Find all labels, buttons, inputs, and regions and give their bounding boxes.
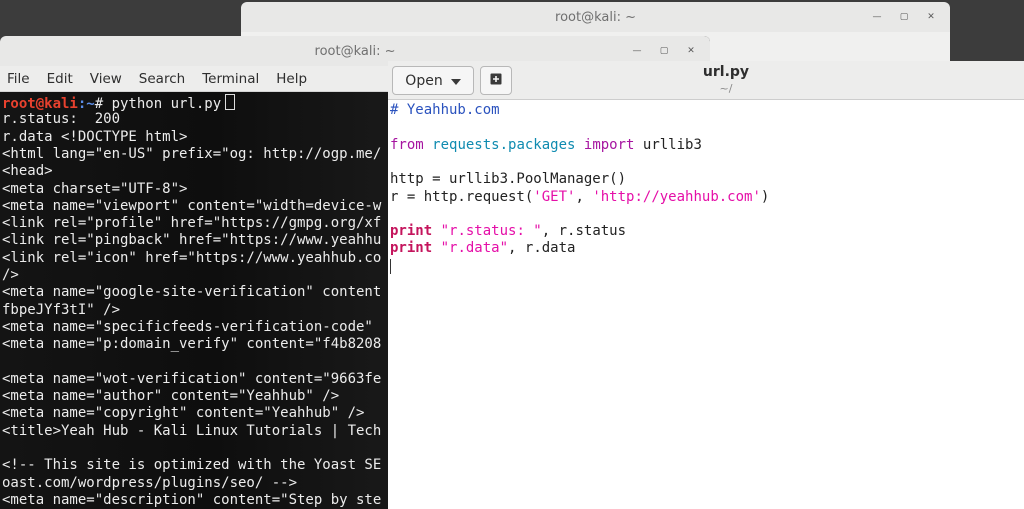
maximize-button[interactable]: ▢ xyxy=(895,8,913,26)
menu-item-view[interactable]: View xyxy=(90,71,122,87)
terminal-output-line: <title>Yeah Hub - Kali Linux Tutorials |… xyxy=(2,422,382,439)
text-editor-window[interactable]: Open url.py ~/ # Yeahhub.com from request… xyxy=(388,61,1024,509)
prompt-path: :~ xyxy=(77,96,95,112)
terminal-output-line: fbpeJYf3tI" /> xyxy=(2,301,121,318)
terminal-output-line: <meta name="viewport" content="width=dev… xyxy=(2,197,382,214)
code-line: from requests.packages import urllib3 xyxy=(390,137,702,154)
code-token: print xyxy=(390,240,433,257)
code-editor[interactable]: # Yeahhub.com from requests.packages impo… xyxy=(388,100,1024,509)
code-token: requests.packages xyxy=(432,136,576,153)
minimize-icon: — xyxy=(632,46,642,56)
prompt-symbol: # xyxy=(94,96,112,112)
code-token: r = http.request( xyxy=(390,188,534,205)
text-cursor xyxy=(390,259,391,274)
code-token: "r.data" xyxy=(440,240,509,257)
maximize-icon: ▢ xyxy=(659,46,669,56)
code-token: , r.status xyxy=(541,223,627,240)
window-titlebar[interactable]: root@kali: ~ — ▢ ✕ xyxy=(241,2,950,32)
terminal-output-line: r.data <!DOCTYPE html> xyxy=(2,128,188,145)
code-line: r = http.request('GET', 'http://yeahhub.… xyxy=(390,189,769,206)
prompt-user: root@kali xyxy=(2,96,78,112)
menu-item-search[interactable]: Search xyxy=(139,71,185,87)
code-token: print xyxy=(390,223,433,240)
minimize-button[interactable]: — xyxy=(868,8,886,26)
document-title: url.py xyxy=(702,64,750,80)
terminal-output-line: <meta charset="UTF-8"> xyxy=(2,180,188,197)
terminal-title: root@kali: ~ xyxy=(314,43,396,59)
terminal-output-line: <head> xyxy=(2,163,53,180)
code-line: http = urllib3.PoolManager() xyxy=(390,171,626,188)
code-token: 'http://yeahhub.com' xyxy=(592,188,761,205)
terminal-output-line: <meta name="google-site-verification" co… xyxy=(2,284,382,301)
terminal-output-line: <link rel="icon" href="https://www.yeahh… xyxy=(2,249,382,266)
menu-item-file[interactable]: File xyxy=(7,71,30,87)
code-token: "r.status: " xyxy=(440,223,542,240)
close-button[interactable]: ✕ xyxy=(682,42,700,60)
code-token: from xyxy=(390,136,424,153)
terminal-output-line: <html lang="en-US" prefix="og: http://og… xyxy=(2,145,382,162)
maximize-icon: ▢ xyxy=(899,12,909,22)
close-icon: ✕ xyxy=(687,46,695,56)
terminal-output-line: <meta name="copyright" content="Yeahhub"… xyxy=(2,405,365,422)
minimize-button[interactable]: — xyxy=(628,42,646,60)
terminal-output-line: /> xyxy=(2,267,19,283)
document-path: ~/ xyxy=(719,82,733,95)
code-line: # Yeahhub.com xyxy=(390,102,500,119)
menu-item-edit[interactable]: Edit xyxy=(47,71,73,87)
code-line: print "r.data", r.data xyxy=(390,240,575,257)
code-token: , xyxy=(575,188,593,205)
code-token: 'GET' xyxy=(533,188,576,205)
code-line: print "r.status: ", r.status xyxy=(390,223,626,240)
terminal-command: python url.py xyxy=(111,96,222,112)
terminal-output-line: r.status: 200 xyxy=(2,111,121,128)
menu-item-terminal[interactable]: Terminal xyxy=(202,71,259,87)
window-title: root@kali: ~ xyxy=(555,9,636,25)
code-token: , r.data xyxy=(508,240,576,257)
editor-headerbar: Open url.py ~/ xyxy=(388,61,1024,100)
terminal-output-line: <meta name="wot-verification" content="9… xyxy=(2,370,382,387)
terminal-output-line: <meta name="author" content="Yeahhub" /> xyxy=(2,388,340,405)
terminal-output-line: <meta name="p:domain_verify" content="f4… xyxy=(2,336,382,353)
window-controls: — ▢ ✕ xyxy=(868,2,940,32)
code-token: # Yeahhub.com xyxy=(390,102,500,118)
terminal-output-line: <meta name="description" content="Step b… xyxy=(2,491,382,508)
menu-item-help[interactable]: Help xyxy=(276,71,307,87)
terminal-cursor xyxy=(225,94,236,110)
close-button[interactable]: ✕ xyxy=(922,8,940,26)
code-token: ) xyxy=(760,188,770,205)
code-token: import xyxy=(583,136,635,153)
code-token: http = urllib3.PoolManager() xyxy=(390,171,627,188)
terminal-output-line: <link rel="pingback" href="https://www.y… xyxy=(2,232,382,249)
code-token: urllib3 xyxy=(634,136,702,153)
close-icon: ✕ xyxy=(927,12,935,22)
terminal-output-line: <!-- This site is optimized with the Yoa… xyxy=(2,457,382,474)
maximize-button[interactable]: ▢ xyxy=(655,42,673,60)
terminal-output-line: <meta name="specificfeeds-verification-c… xyxy=(2,318,373,335)
terminal-output-line: oast.com/wordpress/plugins/seo/ --> xyxy=(2,474,298,491)
minimize-icon: — xyxy=(872,12,882,22)
terminal-output-line: <link rel="profile" href="https://gmpg.o… xyxy=(2,215,382,232)
